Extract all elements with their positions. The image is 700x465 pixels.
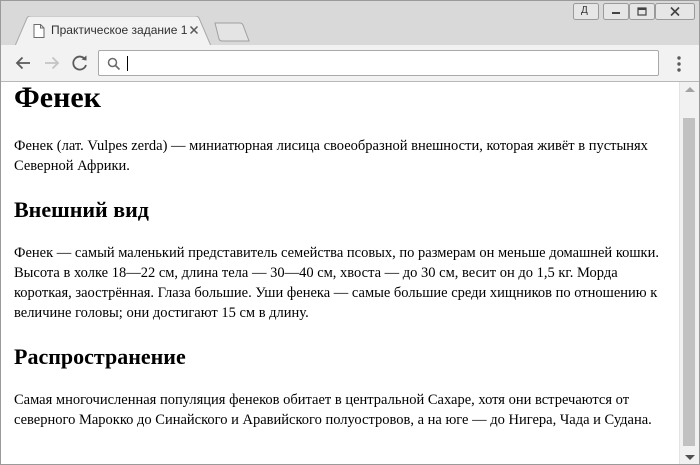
section-text-appearance: Фенек — самый маленький представитель се… — [14, 245, 659, 321]
article-title: Фенек — [14, 82, 101, 114]
scroll-up-arrow-icon[interactable] — [685, 87, 695, 92]
tab-title: Практическое задание 1 — [51, 23, 188, 37]
menu-icon[interactable] — [669, 53, 689, 75]
text-caret — [127, 56, 128, 71]
tab-strip: Практическое задание 1 Д — [1, 1, 699, 46]
page-content: Фенек Фенек (лат. Vulpes zerda) — миниат… — [1, 82, 679, 464]
close-window-button[interactable] — [655, 3, 695, 20]
scroll-down-arrow-icon[interactable] — [685, 455, 695, 460]
restore-button[interactable] — [629, 3, 655, 20]
section-heading-distribution: Распространение — [14, 344, 186, 369]
search-icon — [107, 57, 121, 71]
back-arrow-icon[interactable] — [12, 52, 34, 74]
url-input[interactable] — [126, 54, 646, 72]
new-tab-button[interactable] — [213, 22, 251, 42]
reload-icon[interactable] — [69, 52, 91, 74]
toolbar — [1, 45, 699, 82]
section-text-distribution: Самая многочисленная популяция фенеков о… — [14, 392, 652, 428]
minimize-button[interactable] — [603, 3, 629, 20]
vertical-scrollbar[interactable] — [679, 82, 699, 464]
page-icon — [33, 24, 45, 38]
forward-arrow-icon[interactable] — [41, 52, 63, 74]
profile-label: Д — [581, 5, 588, 16]
browser-tab[interactable]: Практическое задание 1 — [15, 16, 211, 46]
scrollbar-thumb[interactable] — [683, 118, 695, 446]
address-bar[interactable] — [98, 50, 659, 76]
section-heading-appearance: Внешний вид — [14, 197, 149, 222]
close-tab-icon[interactable] — [187, 23, 201, 37]
browser-window: Практическое задание 1 Д Фенек Фенек (ла… — [0, 0, 700, 465]
intro-paragraph: Фенек (лат. Vulpes zerda) — миниатюрная … — [14, 138, 648, 174]
